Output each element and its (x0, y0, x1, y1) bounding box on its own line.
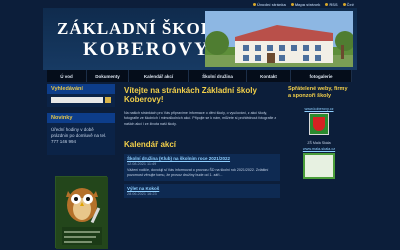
event-date: 28.06.2021 16:23 (127, 191, 157, 196)
home-icon (252, 3, 256, 6)
main-content: Vítejte na stránkách Základní školy Kobe… (120, 84, 284, 250)
nav-item-kontakt[interactable]: Kontakt (247, 70, 291, 82)
shield-icon (313, 117, 325, 131)
event-body: Vážení rodiče, dovoluji si Vás informova… (127, 168, 269, 178)
left-sidebar: Vyhledávání Novinky Úřední hodiny v době… (47, 84, 115, 250)
news-text: Úřední hodiny v době prázdnin po domluvě… (47, 123, 115, 155)
toplink-sitemap-label: Mapa stránek (294, 2, 321, 7)
toplink-other[interactable]: Čeč (342, 2, 354, 7)
right-sidebar: Spřátelené weby, firmy a sponzoři školy … (286, 84, 352, 250)
link-icon (342, 3, 346, 6)
toplink-sitemap[interactable]: Mapa stránek (290, 2, 321, 7)
toplink-home[interactable]: Úvodní stránka (252, 2, 286, 7)
nav-item-fotogalerie[interactable]: fotogalerie (291, 70, 352, 82)
school-photo (205, 11, 353, 67)
event-title-link[interactable]: Výlet na Kokoš (127, 186, 277, 191)
search-title: Vyhledávání (47, 84, 115, 94)
event-date: 12.08.2021 11:49 (127, 162, 157, 166)
toplink-home-label: Úvodní stránka (256, 2, 286, 7)
event-item: Výlet na Kokoš 28.06.2021 16:23 (124, 183, 280, 198)
welcome-heading: Vítejte na stránkách Základní školy Kobe… (124, 86, 257, 104)
news-title: Novinky (47, 113, 115, 123)
sponsor-logo[interactable] (303, 153, 335, 179)
owl-banner[interactable] (55, 176, 108, 249)
toplink-rss[interactable]: RSS (325, 2, 338, 7)
sponsor-logo[interactable] (309, 113, 329, 135)
nav-item-uvod[interactable]: Ú vod (47, 70, 87, 82)
sponsors-title: Spřátelené weby, firmy a sponzoři školy (288, 86, 348, 99)
search-input[interactable] (51, 97, 103, 103)
nav-item-druzina[interactable]: Školní družina (189, 70, 247, 82)
event-title-link[interactable]: Školní družina (Klub) na školním roce 20… (127, 156, 277, 161)
sponsor-link[interactable]: www.koberovy.cz (286, 107, 352, 111)
nav-item-dokumenty[interactable]: Dokumenty (87, 70, 129, 82)
site-title-line1: ZÁKLADNÍ ŠKOLA (57, 19, 227, 38)
event-item: Školní družina (Klub) na školním roce 20… (124, 154, 280, 181)
sponsor-link[interactable]: www.mala-skala.cz (286, 147, 352, 151)
search-button[interactable] (105, 97, 111, 103)
sponsor-name[interactable]: ZŠ Malá Skála (286, 141, 352, 145)
intro-text: Na našich stránkách pro Vás připravíme i… (124, 111, 277, 126)
calendar-title: Kalendář akcí (124, 140, 177, 149)
sitemap-icon (290, 3, 294, 6)
toplink-other-label: Čeč (346, 2, 354, 7)
nav-item-kalendar[interactable]: Kalendář akcí (129, 70, 189, 82)
top-links: Úvodní stránka Mapa stránek RSS Čeč (252, 2, 354, 7)
main-navigation: Ú vod Dokumenty Kalendář akcí Školní dru… (47, 70, 352, 82)
rss-icon (325, 3, 329, 6)
site-title[interactable]: ZÁKLADNÍ ŠKOLA KOBEROVY (57, 20, 226, 59)
search-box (47, 94, 115, 107)
toplink-rss-label: RSS (329, 2, 338, 7)
